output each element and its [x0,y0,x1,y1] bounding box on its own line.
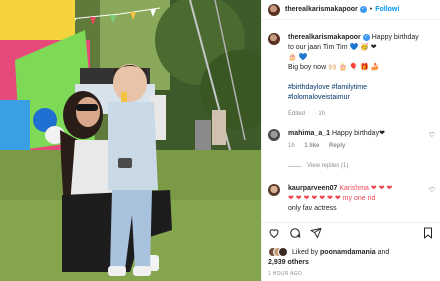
caption-text: therealkarismakapoor ✓ Happy birthday to … [288,33,425,103]
author-username[interactable]: therealkarismakapoor [285,6,358,13]
author-avatar[interactable] [268,3,280,16]
comment-text: kaurparveen07 Karishma ❤ ❤ ❤ ❤ ❤ ❤ ❤ ❤ ❤… [288,184,425,214]
liked-by-prefix: Liked by [292,248,319,256]
comment-body-line1: Karishma ❤ ❤ ❤ [339,185,393,192]
action-bar [262,222,440,240]
comment-kaurparveen: kaurparveen07 Karishma ❤ ❤ ❤ ❤ ❤ ❤ ❤ ❤ ❤… [268,184,435,218]
post-header: therealkarismakapoor ✓ • Followi [262,0,440,20]
comment-text: mahima_a_1 Happy birthday❤ [288,129,425,139]
caption-hashtags[interactable]: #birthdaylove #familytime #lolomaloveist… [288,84,367,101]
view-replies-button[interactable]: View replies (1) [288,163,348,169]
photo-scene [0,0,261,281]
comment-meta: 1h 1 like Reply [288,143,353,149]
edited-label: Edited · 1h [288,111,326,117]
comment-like-heart-icon[interactable]: ♡ [429,186,435,194]
header-separator: • [369,6,373,13]
comment-body-line2: ❤ ❤ ❤ ❤ ❤ ❤ ❤ my one nd [288,195,376,202]
post-photo[interactable] [0,0,261,281]
caption-username[interactable]: therealkarismakapoor [288,34,361,41]
liked-by-and: and [377,248,390,256]
liker-avatars [268,247,288,257]
bookmark-icon[interactable] [422,227,434,239]
caption-avatar[interactable] [268,33,280,45]
comment-username[interactable]: kaurparveen07 [288,185,337,192]
likes-summary: Liked by poonamdamania and [268,247,389,257]
verified-badge-icon: ✓ [359,6,367,13]
caption-meta: Edited · 1h [288,111,341,117]
comment-body: Happy birthday❤ [331,130,385,137]
comment-avatar[interactable] [268,184,280,196]
comment-reply-button[interactable]: Reply [329,143,345,149]
liked-by-user[interactable]: poonamdamania [320,249,376,256]
post-timestamp: 1 HOUR AGO [268,271,303,277]
following-button[interactable]: Followi [375,6,399,13]
comment-like-heart-icon[interactable]: ♡ [429,131,435,139]
comment-username[interactable]: mahima_a_1 [288,130,330,137]
likes-count[interactable]: 2,939 others [268,259,309,266]
caption-line3: Big boy now 🙌🏻 🎂 🎈 🎁 🍰 [288,64,380,71]
comment-likes[interactable]: 1 like [304,143,319,149]
replies-line [288,165,302,167]
heart-icon[interactable] [268,227,280,239]
share-icon[interactable] [310,227,322,239]
caption: therealkarismakapoor ✓ Happy birthday to … [268,33,435,119]
caption-line2: 🎂 💙 [288,54,308,61]
comment-time: 1h [288,143,295,149]
post-side-panel: therealkarismakapoor ✓ • Followi thereal… [261,0,440,281]
comment-icon[interactable] [289,227,301,239]
comment-mahima: mahima_a_1 Happy birthday❤ ♡ 1h 1 like R… [268,129,435,179]
caption-verified-icon: ✓ [362,33,370,41]
view-replies-label: View replies (1) [307,163,349,169]
comment-avatar[interactable] [268,129,280,141]
comments-scroll[interactable]: therealkarismakapoor ✓ Happy birthday to … [262,28,440,218]
comment-body-line3: only fav actress [288,205,337,212]
